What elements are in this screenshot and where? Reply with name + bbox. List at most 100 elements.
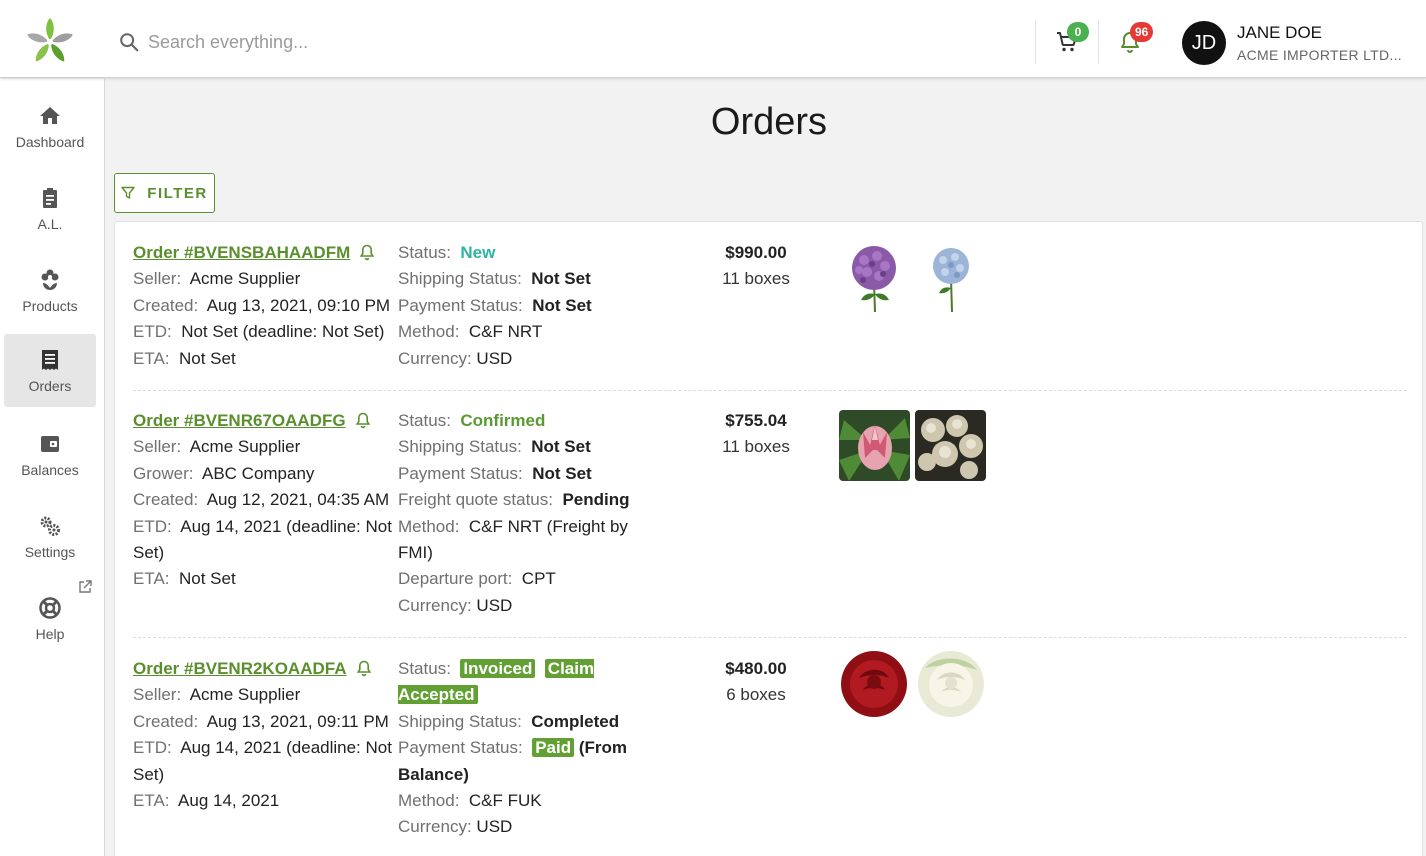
eta-label: ETA:	[133, 348, 170, 368]
order-boxes: 6 boxes	[726, 685, 786, 704]
shipping-status-label: Shipping Status:	[398, 711, 522, 731]
gears-icon	[40, 516, 60, 536]
status-value: Confirmed	[460, 411, 546, 430]
order-link[interactable]: Order #BVENR67OAADFG	[133, 411, 346, 430]
currency-label: Currency:	[398, 348, 472, 368]
sidebar-item-balances[interactable]: Balances	[4, 418, 96, 491]
seller-label: Seller:	[133, 437, 182, 457]
product-image-blue-hydrangea[interactable]	[915, 242, 986, 313]
page-title: Orders	[710, 101, 828, 143]
freight-quote-status-value: Pending	[562, 490, 630, 510]
product-image-white-protea[interactable]	[915, 410, 986, 481]
divider	[133, 637, 1407, 638]
order-row: Order #BVENSBAHAADFM Seller: Acme Suppli…	[133, 240, 1407, 390]
wallet-icon	[41, 435, 59, 452]
receipt-icon	[42, 349, 58, 370]
clipboard-icon	[43, 187, 57, 208]
created-value: Aug 12, 2021, 04:35 AM	[206, 490, 390, 510]
method-label: Method:	[398, 516, 460, 536]
eta-value: Not Set	[178, 569, 236, 589]
eta-value: Aug 14, 2021	[178, 791, 280, 811]
user-name[interactable]: JANE DOE	[1237, 23, 1322, 43]
status-chip-invoiced: Invoiced	[460, 659, 536, 678]
eta-label: ETA:	[133, 791, 170, 811]
filter-icon	[121, 186, 135, 199]
shipping-status-label: Shipping Status:	[398, 437, 522, 457]
currency-label: Currency:	[398, 595, 472, 615]
method-value: C&F NRT	[468, 322, 543, 342]
sidebar-item-orders[interactable]: Orders	[4, 334, 96, 407]
sidebar-item-label: Products	[22, 297, 78, 314]
payment-status-value: Not Set	[532, 295, 592, 315]
search-input[interactable]	[148, 31, 548, 53]
sidebar-item-al[interactable]: A.L.	[4, 172, 96, 245]
payment-status-value: Not Set	[532, 463, 592, 483]
order-link[interactable]: Order #BVENR2KOAADFA	[133, 659, 347, 678]
product-image-pink-protea[interactable]	[839, 410, 910, 481]
freight-quote-status-label: Freight quote status:	[398, 490, 553, 510]
sidebar-item-label: Help	[35, 625, 65, 642]
sidebar-item-label: Dashboard	[15, 133, 85, 150]
grower-value: ABC Company	[201, 463, 315, 483]
sidebar-item-products[interactable]: Products	[4, 254, 96, 327]
flower-icon	[41, 269, 59, 290]
order-link[interactable]: Order #BVENSBAHAADFM	[133, 243, 350, 262]
bell-icon[interactable]	[355, 659, 373, 677]
sidebar: Dashboard A.L. Products Orders Balances …	[0, 79, 105, 856]
payment-status-chip: Paid	[532, 738, 575, 758]
sidebar-item-label: Orders	[28, 377, 72, 394]
shipping-status-value: Completed	[531, 711, 620, 731]
seller-label: Seller:	[133, 269, 182, 289]
orders-list: Order #BVENSBAHAADFM Seller: Acme Suppli…	[114, 221, 1423, 856]
method-value: C&F FUK	[468, 791, 542, 811]
sidebar-item-label: Settings	[24, 543, 76, 560]
status-label: Status:	[398, 411, 451, 430]
shipping-status-label: Shipping Status:	[398, 269, 522, 289]
order-total: $990.00	[725, 243, 787, 262]
search-bar[interactable]	[118, 26, 718, 58]
created-value: Aug 13, 2021, 09:11 PM	[206, 711, 389, 731]
filter-label: FILTER	[147, 184, 208, 202]
order-boxes: 11 boxes	[722, 437, 790, 456]
payment-status-label: Payment Status:	[398, 738, 523, 758]
product-image-white-rose[interactable]	[915, 648, 986, 719]
divider	[1098, 20, 1099, 64]
created-value: Aug 13, 2021, 09:10 PM	[206, 295, 391, 315]
product-image-purple-hydrangea[interactable]	[839, 242, 910, 313]
product-image-red-rose[interactable]	[839, 648, 910, 719]
search-icon	[120, 33, 139, 52]
order-row: Order #BVENR2KOAADFA Seller: Acme Suppli…	[133, 648, 1407, 856]
sidebar-item-settings[interactable]: Settings	[4, 500, 96, 573]
lifebuoy-icon	[39, 596, 61, 619]
avatar[interactable]: JD	[1182, 21, 1226, 65]
divider	[133, 390, 1407, 391]
external-link-icon	[79, 580, 92, 593]
payment-status-label: Payment Status:	[398, 295, 523, 315]
sidebar-item-label: A.L.	[37, 215, 63, 232]
bell-icon[interactable]	[354, 411, 372, 429]
shipping-status-value: Not Set	[531, 437, 591, 457]
status-label: Status:	[398, 243, 451, 262]
currency-value: USD	[476, 348, 513, 368]
cart-count-badge: 0	[1067, 22, 1089, 42]
sidebar-item-label: Balances	[21, 461, 79, 478]
status-label: Status:	[398, 659, 451, 678]
created-label: Created:	[133, 295, 199, 315]
notification-count-badge: 96	[1130, 22, 1154, 42]
seller-value: Acme Supplier	[189, 269, 301, 289]
sidebar-item-dashboard[interactable]: Dashboard	[4, 90, 96, 163]
order-total: $480.00	[725, 659, 787, 678]
grower-label: Grower:	[133, 463, 194, 483]
logo-icon[interactable]	[22, 18, 78, 66]
divider	[1035, 20, 1036, 64]
etd-value: Not Set (deadline: Not Set)	[181, 322, 385, 342]
etd-label: ETD:	[133, 516, 172, 536]
payment-status-label: Payment Status:	[398, 463, 523, 483]
etd-label: ETD:	[133, 738, 172, 758]
filter-button[interactable]: FILTER	[114, 173, 215, 213]
bell-icon[interactable]	[358, 243, 376, 261]
etd-value: Aug 14, 2021 (deadline: Not Set)	[133, 516, 392, 563]
notifications-button[interactable]: 96	[1110, 22, 1154, 62]
cart-button[interactable]: 0	[1047, 22, 1089, 62]
order-row: Order #BVENR67OAADFG Seller: Acme Suppli…	[133, 408, 1407, 638]
